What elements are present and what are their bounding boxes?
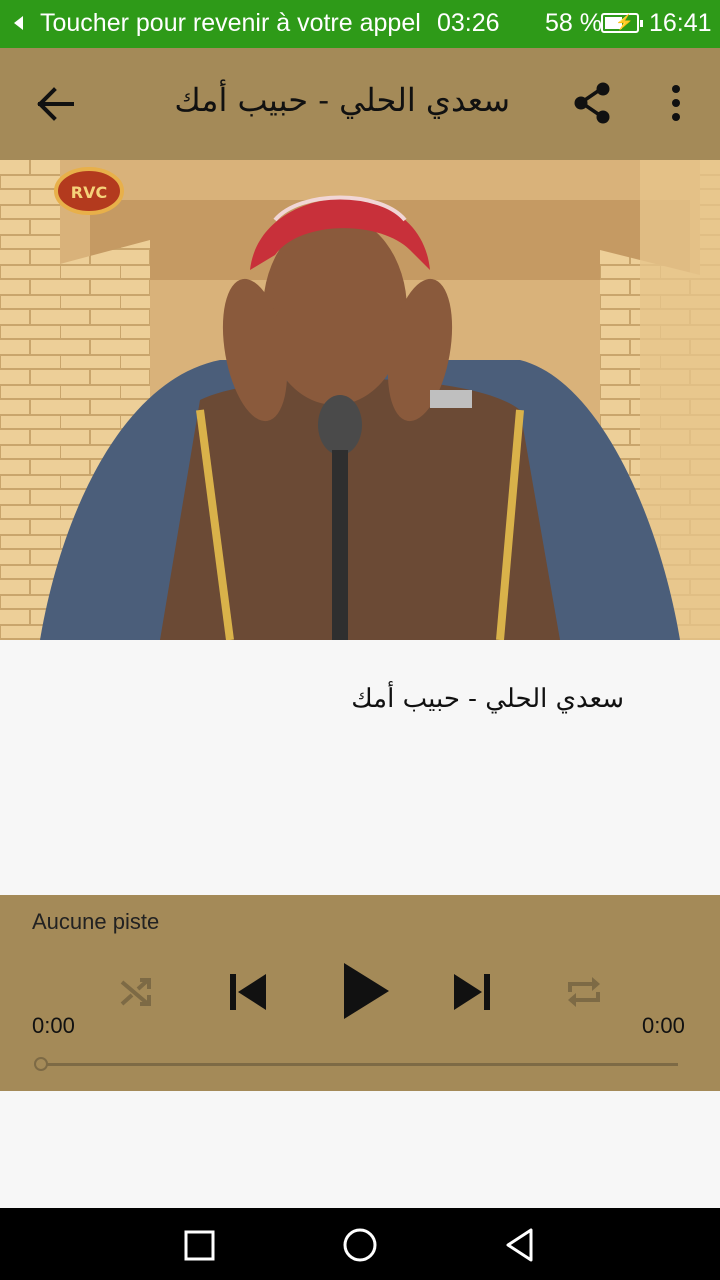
call-timer: 03:26 [437,9,500,37]
battery-charging-icon: ⚡ [601,13,643,33]
battery-percent: 58 % [545,9,602,37]
status-bar[interactable]: Toucher pour revenir à votre appel 03:26… [0,0,720,48]
rvc-watermark: RVC [71,183,107,202]
home-button[interactable] [340,1226,380,1266]
recents-square-icon [184,1230,215,1261]
seek-track [44,1063,678,1066]
repeat-button[interactable] [562,970,606,1014]
total-duration: 0:00 [642,1013,685,1038]
skip-previous-icon [230,974,266,1010]
play-icon [344,963,389,1019]
singer-photo: RVC [0,160,720,640]
song-details: سعدي الحلي - حبيب أمك [0,640,720,895]
audio-player: Aucune piste 0:00 0:00 [0,895,720,1091]
home-circle-icon [343,1228,377,1262]
more-vertical-icon [672,85,680,121]
share-icon [574,82,610,124]
return-call-arrow-icon [14,16,23,30]
status-clock: 16:41 [649,9,712,37]
arrow-left-icon [37,87,74,121]
track-label: Aucune piste [32,909,160,934]
play-button[interactable] [337,957,397,1025]
next-button[interactable] [448,967,498,1017]
return-to-call-text[interactable]: Toucher pour revenir à votre appel [40,9,421,38]
nav-back-button[interactable] [500,1226,540,1266]
app-toolbar: سعدي الحلي - حبيب أمك [0,48,720,160]
more-options-button[interactable] [660,80,692,126]
system-nav-bar [0,1208,720,1280]
seek-bar[interactable] [34,1056,680,1072]
skip-next-icon [454,974,490,1010]
song-title: سعدي الحلي - حبيب أمك [351,684,624,714]
empty-area [0,1091,720,1208]
toolbar-title: سعدي الحلي - حبيب أمك [174,81,510,119]
shuffle-icon [120,978,151,1006]
charging-bolt-icon: ⚡ [615,14,634,31]
recents-button[interactable] [180,1226,220,1266]
back-triangle-icon [506,1228,533,1262]
seek-thumb[interactable] [34,1057,48,1071]
elapsed-time: 0:00 [32,1013,75,1038]
shuffle-button[interactable] [114,970,158,1014]
back-button[interactable] [30,84,80,124]
repeat-icon [568,977,600,1007]
cover-image: RVC [0,160,720,640]
share-button[interactable] [570,80,616,126]
previous-button[interactable] [222,967,272,1017]
app-screen: Toucher pour revenir à votre appel 03:26… [0,0,720,1280]
